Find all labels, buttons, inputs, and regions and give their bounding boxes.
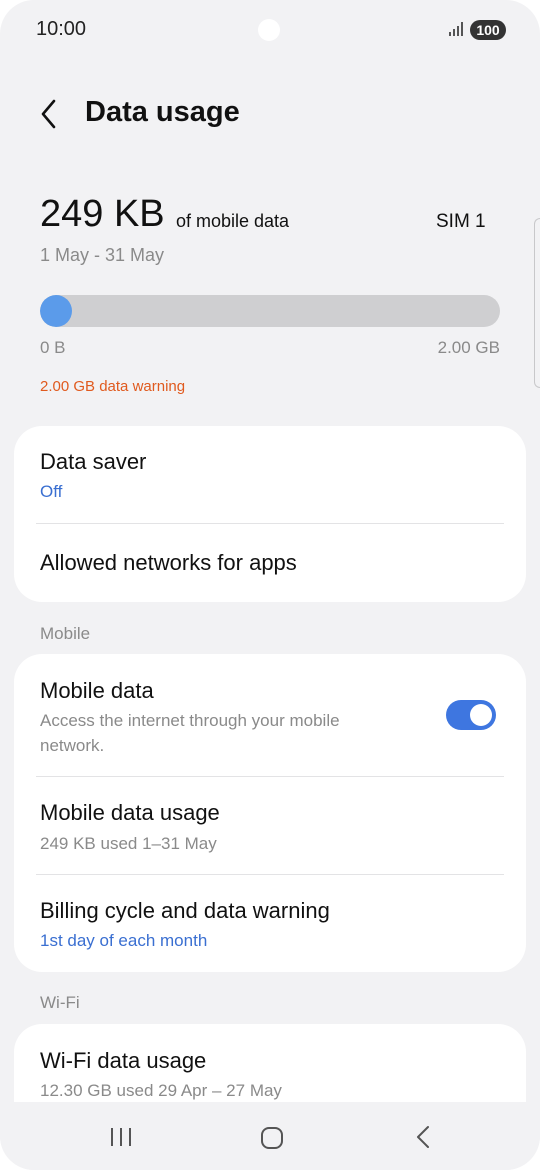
data-saver-row[interactable]: Data saver Off [14,426,526,523]
usage-amount: 249 KB [40,193,165,235]
home-icon[interactable] [260,1126,284,1150]
usage-progress-bar [40,295,500,327]
back-arrow-icon[interactable] [36,96,64,132]
recent-apps-icon[interactable] [108,1126,134,1148]
wifi-data-usage-title: Wi-Fi data usage [40,1048,207,1073]
page-title: Data usage [85,96,240,128]
front-camera [258,19,280,41]
progress-end-label: 2.00 GB [437,338,500,357]
allowed-networks-title: Allowed networks for apps [40,550,297,575]
mobile-data-usage-title: Mobile data usage [40,800,220,825]
allowed-networks-row[interactable]: Allowed networks for apps [14,524,526,602]
mobile-data-usage-sub: 249 KB used 1–31 May [40,834,217,853]
usage-of-label: of mobile data [176,211,290,231]
billing-cycle-title: Billing cycle and data warning [40,898,330,923]
side-handle [534,218,540,388]
progress-start-label: 0 B [40,338,66,357]
mobile-data-desc-line2: network. [40,736,105,755]
data-saver-title: Data saver [40,449,147,474]
usage-progress-fill [40,295,72,327]
phone-screen: 10:00 100 Data usage 249 KB of mobile da… [0,0,540,1170]
mobile-data-title: Mobile data [40,678,154,703]
mobile-data-toggle[interactable] [446,700,496,730]
billing-cycle-row[interactable]: Billing cycle and data warning 1st day o… [14,875,526,972]
toggle-knob [470,704,492,726]
mobile-data-desc-line1: Access the internet through your mobile [40,711,340,730]
section-label-mobile: Mobile [40,624,91,643]
signal-icon [449,22,463,36]
status-bar: 10:00 100 [0,0,540,60]
section-label-wifi: Wi-Fi [40,993,80,1012]
data-saver-card: Data saver Off Allowed networks for apps [14,426,526,602]
data-warning-label: 2.00 GB data warning [40,378,186,395]
mobile-data-row[interactable]: Mobile data Access the internet through … [14,654,526,776]
billing-cycle-value: 1st day of each month [40,931,208,950]
wifi-data-usage-sub: 12.30 GB used 29 Apr – 27 May [40,1081,282,1100]
mobile-card: Mobile data Access the internet through … [14,654,526,972]
battery-icon: 100 [470,20,506,40]
data-saver-value: Off [40,482,63,501]
date-range: 1 May - 31 May [40,245,165,265]
mobile-data-usage-row[interactable]: Mobile data usage 249 KB used 1–31 May [14,777,526,874]
nav-back-icon[interactable] [412,1124,434,1150]
status-time: 10:00 [36,18,87,40]
navigation-bar [0,1102,540,1170]
sim-selector[interactable]: SIM 1 [436,211,486,233]
